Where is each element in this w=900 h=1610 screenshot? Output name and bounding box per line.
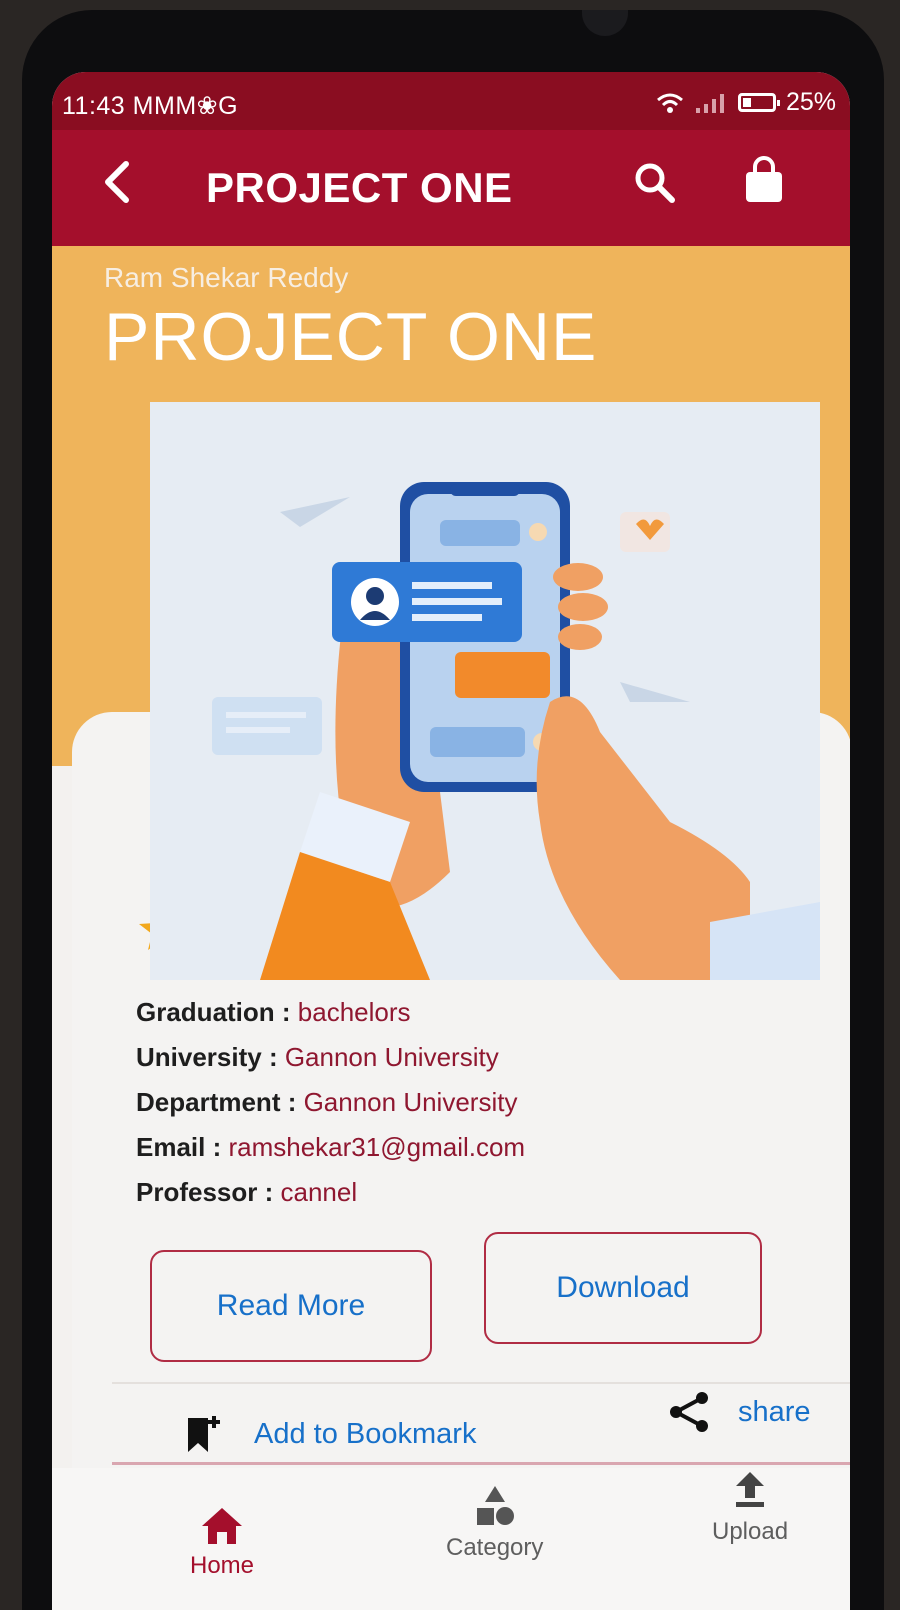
shopping-bag-icon[interactable] (740, 156, 788, 206)
battery-percent: 25% (785, 88, 836, 116)
wifi-icon (656, 93, 683, 113)
project-details: Graduation : bachelors University : Gann… (136, 990, 525, 1215)
add-to-bookmark-button[interactable]: Add to Bookmark (184, 1412, 476, 1456)
project-illustration (150, 402, 820, 980)
divider (112, 1382, 850, 1384)
front-camera (582, 10, 628, 36)
detail-value: Gannon University (284, 1042, 499, 1072)
nav-home[interactable]: Home (190, 1506, 254, 1580)
bottom-navigation: Home Category Upload (52, 1468, 850, 1610)
home-icon (202, 1508, 243, 1544)
detail-label: Professor : (136, 1177, 281, 1207)
clock: 11:43 (62, 92, 126, 120)
project-title: PROJECT ONE (104, 299, 598, 375)
detail-value: ramshekar31@gmail.com (228, 1132, 526, 1162)
detail-graduation: Graduation : bachelors (136, 990, 525, 1035)
status-right: 25% (656, 88, 836, 117)
read-more-button[interactable]: Read More (150, 1250, 432, 1362)
bookmark-add-icon (188, 1416, 220, 1452)
detail-label: Email : (136, 1132, 229, 1162)
search-icon[interactable] (632, 160, 678, 206)
download-button[interactable]: Download (484, 1232, 762, 1344)
status-time: 11:43 MMM❀G (62, 91, 238, 121)
phone-frame: 11:43 MMM❀G 25% PROJECT ONE Ram Shekar R… (22, 10, 884, 1610)
share-icon (670, 1392, 708, 1432)
nav-home-label: Home (190, 1552, 255, 1579)
category-icon (476, 1486, 514, 1525)
detail-label: Department : (136, 1087, 304, 1117)
upload-icon (736, 1472, 765, 1507)
share-button[interactable]: share (668, 1390, 811, 1434)
share-label: share (738, 1395, 811, 1428)
app-bar: PROJECT ONE (52, 130, 850, 246)
detail-value: Gannon University (303, 1087, 518, 1117)
nav-category-label: Category (446, 1534, 544, 1561)
phone-chat-illustration (150, 402, 820, 980)
battery-icon (737, 93, 780, 112)
status-bar: 11:43 MMM❀G 25% (52, 72, 850, 130)
bottom-nav-divider (112, 1462, 850, 1465)
nav-upload-label: Upload (712, 1518, 789, 1545)
nav-category[interactable]: Category (446, 1484, 543, 1562)
project-author: Ram Shekar Reddy (104, 262, 349, 293)
detail-value: bachelors (297, 997, 411, 1027)
detail-university: University : Gannon University (136, 1035, 525, 1080)
nav-upload[interactable]: Upload (712, 1468, 788, 1546)
detail-email: Email : ramshekar31@gmail.com (136, 1125, 525, 1170)
detail-department: Department : Gannon University (136, 1080, 525, 1125)
bookmark-label: Add to Bookmark (254, 1417, 477, 1450)
notification-icons: MMM❀G (132, 92, 239, 120)
signal-icon (695, 93, 724, 113)
detail-label: Graduation : (136, 997, 298, 1027)
app-bar-title: PROJECT ONE (206, 164, 513, 211)
back-arrow-icon[interactable] (94, 156, 146, 208)
app-screen: 11:43 MMM❀G 25% PROJECT ONE Ram Shekar R… (52, 72, 850, 1610)
detail-professor: Professor : cannel (136, 1170, 525, 1215)
detail-value: cannel (280, 1177, 358, 1207)
detail-label: University : (136, 1042, 285, 1072)
